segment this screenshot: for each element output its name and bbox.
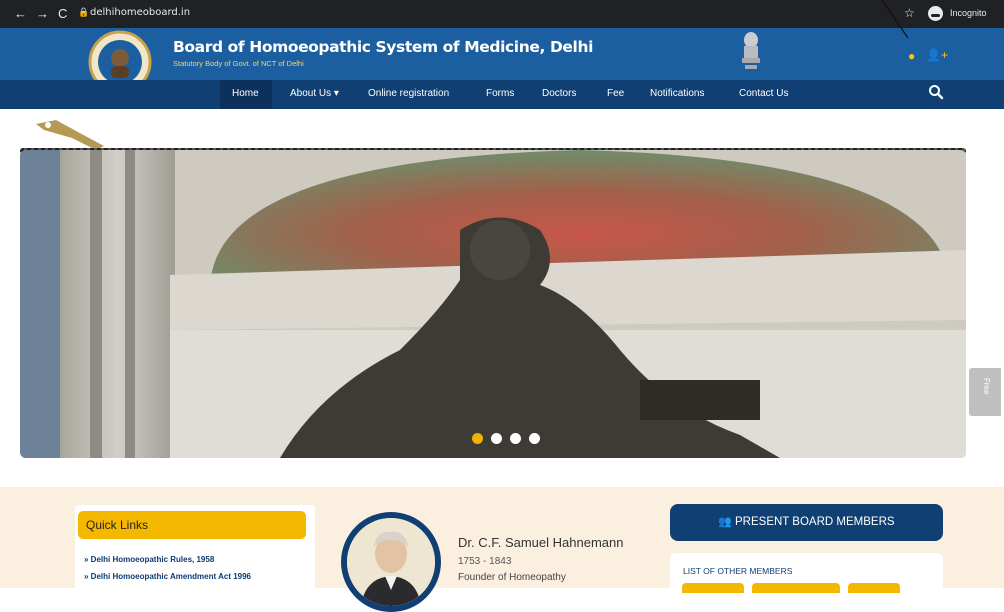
nav-notifications[interactable]: Notifications (650, 88, 704, 99)
incognito-icon[interactable] (928, 6, 943, 21)
slider-dot-1[interactable] (472, 433, 483, 444)
founder-name: Dr. C.F. Samuel Hahnemann (458, 535, 624, 550)
quick-link-item[interactable]: » Delhi Homoeopathic Amendment Act 1996 (84, 572, 251, 581)
quick-link-item[interactable]: » Delhi Homoeopathic Rules, 1958 (84, 555, 214, 564)
slider-dots (472, 431, 548, 449)
founder-portrait (347, 518, 435, 606)
other-members-tab[interactable] (682, 583, 744, 593)
other-members-tab[interactable] (752, 583, 840, 593)
state-emblem-icon (742, 32, 760, 69)
nav-home[interactable]: Home (232, 88, 259, 99)
user-plus-icon[interactable]: 👤+ (926, 48, 948, 62)
quick-links-title: Quick Links (86, 518, 149, 532)
other-members-tab[interactable] (848, 583, 900, 593)
nav-forms[interactable]: Forms (486, 88, 514, 99)
hero-slider[interactable] (20, 150, 966, 458)
search-icon[interactable] (928, 84, 944, 100)
lock-icon: 🔒 (78, 7, 90, 17)
present-board-members-button[interactable]: 👥 PRESENT BOARD MEMBERS (670, 504, 943, 541)
forward-arrow-icon[interactable]: → (36, 6, 49, 21)
nav-fee[interactable]: Fee (607, 88, 624, 99)
slider-dot-4[interactable] (529, 433, 540, 444)
slider-dot-3[interactable] (510, 433, 521, 444)
address-bar[interactable]: delhihomeoboard.in (90, 7, 190, 18)
incognito-label: Incognito (950, 8, 987, 18)
site-title: Board of Homoeopathic System of Medicine… (173, 38, 593, 56)
hero-slide-image (20, 150, 966, 458)
bookmark-star-icon[interactable]: ☆ (904, 6, 915, 20)
back-arrow-icon[interactable]: ← (14, 6, 27, 21)
browser-toolbar: ← → C 🔒 delhihomeoboard.in ☆ Incognito (0, 0, 1004, 28)
reload-icon[interactable]: C (58, 6, 67, 21)
other-members-title: LIST OF OTHER MEMBERS (683, 566, 793, 576)
users-icon: 👥 (718, 516, 732, 528)
user-circle-icon[interactable]: ● (908, 49, 915, 63)
side-feedback-tab[interactable]: Free (969, 368, 1001, 416)
nav-online-registration[interactable]: Online registration (368, 88, 449, 99)
quick-links-header: Quick Links (78, 511, 306, 539)
site-subtitle: Statutory Body of Govt. of NCT of Delhi (173, 59, 304, 68)
nav-about-us[interactable]: About Us ▾ (290, 88, 339, 99)
founder-role: Founder of Homeopathy (458, 572, 566, 583)
nav-doctors[interactable]: Doctors (542, 88, 576, 99)
slider-dot-2[interactable] (491, 433, 502, 444)
side-tab-label: Free (982, 378, 991, 395)
founder-years: 1753 - 1843 (458, 556, 512, 567)
nav-contact-us[interactable]: Contact Us (739, 88, 788, 99)
present-board-members-label: PRESENT BOARD MEMBERS (735, 516, 895, 528)
